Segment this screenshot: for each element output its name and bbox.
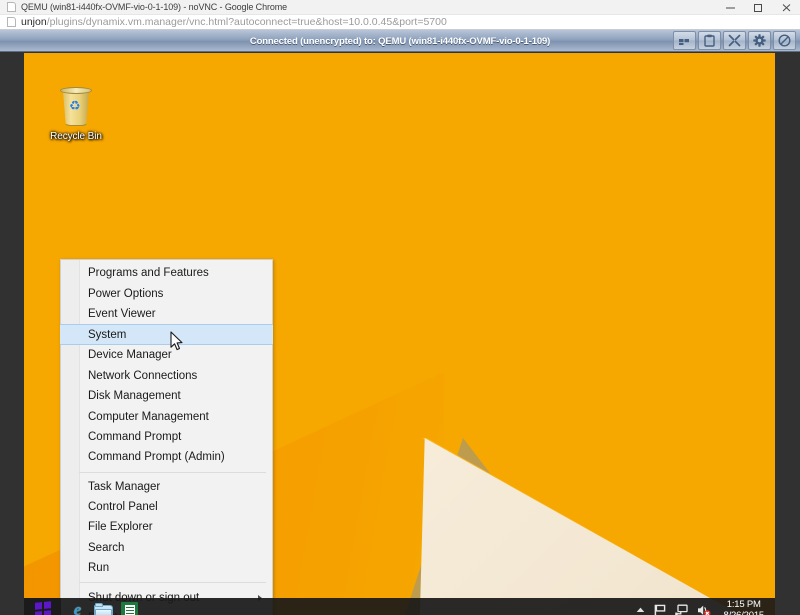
menu-item-label: Run [88, 558, 109, 578]
menu-item-event-viewer[interactable]: Event Viewer [61, 304, 272, 324]
page-favicon [7, 17, 16, 27]
volume-muted-icon[interactable] [697, 604, 711, 615]
menu-item-file-explorer[interactable]: File Explorer [61, 517, 272, 537]
vnc-remote-screen[interactable]: ♻ Recycle Bin Programs and Features Powe… [24, 53, 775, 615]
menu-item-device-manager[interactable]: Device Manager [61, 345, 272, 365]
menu-item-command-prompt-admin[interactable]: Command Prompt (Admin) [61, 447, 272, 467]
novnc-app: Connected (unencrypted) to: QEMU (win81-… [0, 30, 800, 615]
settings-gear-icon[interactable] [748, 31, 771, 50]
tab-favicon [7, 2, 16, 12]
browser-title-bar: QEMU (win81-i440fx-OVMF-vio-0-1-109) - n… [0, 0, 800, 15]
excel-icon[interactable] [121, 602, 138, 615]
desktop-icon-label: Recycle Bin [42, 131, 110, 142]
novnc-toolbar: Connected (unencrypted) to: QEMU (win81-… [0, 30, 800, 52]
novnc-tool-buttons [673, 31, 796, 50]
taskbar-pinned-items [69, 602, 138, 615]
close-button[interactable] [772, 0, 800, 15]
restore-button[interactable] [744, 0, 772, 15]
disconnect-icon[interactable] [773, 31, 796, 50]
browser-url-bar[interactable]: unjon/plugins/dynamix.vm.manager/vnc.htm… [0, 15, 800, 30]
menu-item-label: Command Prompt [88, 427, 181, 447]
menu-item-label: Device Manager [88, 345, 172, 365]
menu-item-search[interactable]: Search [61, 538, 272, 558]
menu-item-label: System [88, 325, 126, 345]
windows-taskbar: 1:15 PM 8/26/2015 [24, 598, 775, 615]
menu-item-label: File Explorer [88, 517, 153, 537]
menu-item-programs-and-features[interactable]: Programs and Features [61, 263, 272, 283]
menu-item-disk-management[interactable]: Disk Management [61, 386, 272, 406]
menu-item-power-options[interactable]: Power Options [61, 283, 272, 303]
menu-item-label: Disk Management [88, 386, 181, 406]
menu-item-label: Control Panel [88, 497, 158, 517]
minimize-button[interactable] [716, 0, 744, 15]
url-path: /plugins/dynamix.vm.manager/vnc.html?aut… [47, 16, 447, 28]
file-explorer-icon[interactable] [94, 603, 113, 615]
network-icon[interactable] [675, 604, 688, 615]
menu-item-label: Event Viewer [88, 304, 156, 324]
menu-item-label: Task Manager [88, 477, 160, 497]
address-bar-text[interactable]: unjon/plugins/dynamix.vm.manager/vnc.htm… [21, 16, 447, 29]
show-hidden-icons-chevron[interactable] [636, 607, 645, 613]
chrome-browser-window: QEMU (win81-i440fx-OVMF-vio-0-1-109) - n… [0, 0, 800, 615]
start-button[interactable] [24, 598, 61, 615]
menu-item-control-panel[interactable]: Control Panel [61, 497, 272, 517]
recycle-bin-icon: ♻ [56, 85, 96, 129]
taskbar-clock[interactable]: 1:15 PM 8/26/2015 [720, 599, 769, 615]
desktop-icon-recycle-bin[interactable]: ♻ Recycle Bin [42, 85, 110, 142]
menu-separator [79, 582, 266, 583]
url-host: unjon [21, 16, 47, 28]
menu-item-label: Programs and Features [88, 263, 209, 283]
menu-item-command-prompt[interactable]: Command Prompt [61, 427, 272, 447]
menu-item-label: Command Prompt (Admin) [88, 447, 225, 467]
keyboard-panel-icon[interactable] [673, 31, 696, 50]
menu-item-network-connections[interactable]: Network Connections [61, 366, 272, 386]
window-controls [716, 0, 800, 15]
menu-item-label: Power Options [88, 284, 163, 304]
fullscreen-icon[interactable] [723, 31, 746, 50]
menu-item-run[interactable]: Run [61, 558, 272, 578]
system-tray: 1:15 PM 8/26/2015 [636, 598, 775, 615]
clock-time: 1:15 PM [724, 599, 764, 610]
clock-date: 8/26/2015 [724, 610, 764, 615]
menu-item-task-manager[interactable]: Task Manager [61, 477, 272, 497]
clipboard-icon[interactable] [698, 31, 721, 50]
menu-item-computer-management[interactable]: Computer Management [61, 406, 272, 426]
action-center-flag-icon[interactable] [654, 604, 666, 615]
menu-item-system[interactable]: System [60, 324, 273, 345]
menu-separator [79, 472, 266, 473]
winx-quick-access-menu[interactable]: Programs and Features Power Options Even… [60, 259, 273, 615]
browser-tab-title[interactable]: QEMU (win81-i440fx-OVMF-vio-0-1-109) - n… [21, 2, 287, 13]
menu-item-label: Network Connections [88, 366, 197, 386]
windows-logo-icon [35, 601, 51, 615]
internet-explorer-icon[interactable] [69, 602, 86, 615]
menu-item-label: Search [88, 538, 124, 558]
menu-item-label: Computer Management [88, 407, 209, 427]
